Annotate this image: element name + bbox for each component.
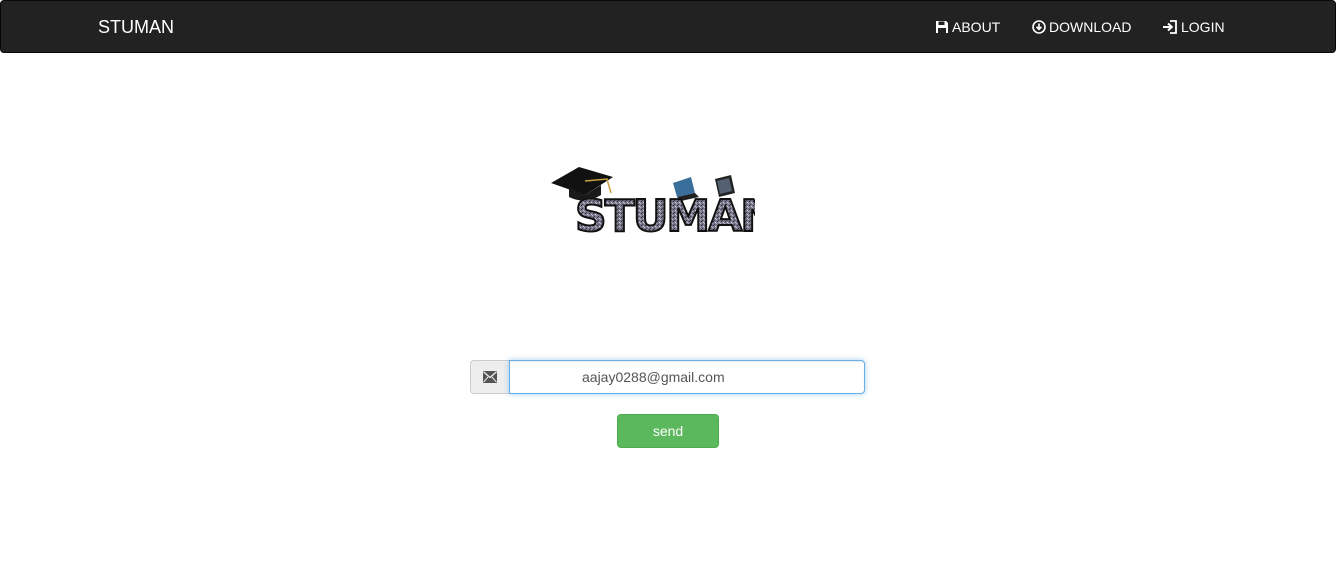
- floppy-disk-icon: [936, 21, 948, 33]
- email-field[interactable]: [509, 360, 865, 394]
- download-circle-icon: [1032, 20, 1046, 34]
- nav-item-download-label: DOWNLOAD: [1049, 19, 1132, 35]
- email-addon: [470, 360, 509, 394]
- nav-item-login-label: LOGIN: [1181, 19, 1225, 35]
- brand-link[interactable]: STUMAN: [98, 16, 174, 38]
- email-input-group: [470, 360, 865, 394]
- logo-text: STUMAN: [575, 191, 755, 237]
- nav-item-login[interactable]: LOGIN: [1162, 17, 1225, 37]
- send-button[interactable]: send: [617, 414, 719, 448]
- nav-item-about[interactable]: ABOUT: [935, 17, 1000, 37]
- navbar: STUMAN ABOUT DOWNLOAD LOGIN: [0, 0, 1336, 53]
- login-icon: [1163, 20, 1177, 34]
- stuman-logo: STUMAN: [551, 167, 755, 237]
- nav-item-about-label: ABOUT: [952, 19, 1001, 35]
- nav-item-download[interactable]: DOWNLOAD: [1032, 17, 1131, 37]
- envelope-icon: [483, 371, 497, 383]
